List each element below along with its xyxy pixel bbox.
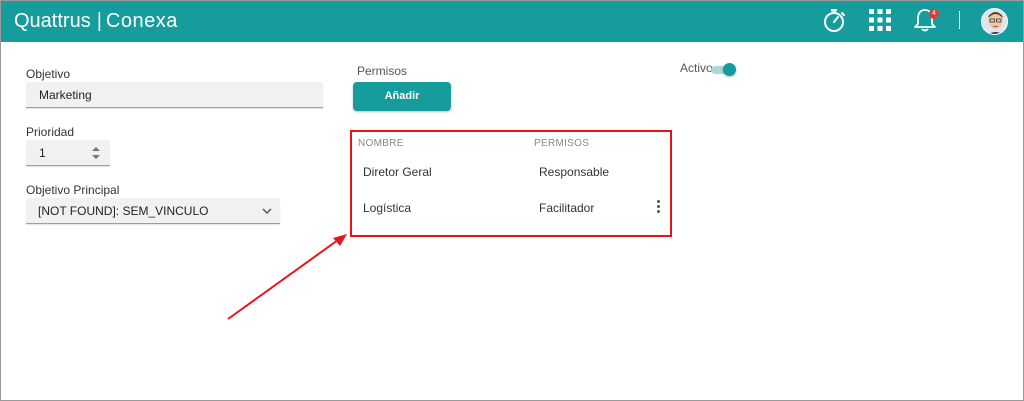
annotation-arrow <box>227 234 347 320</box>
